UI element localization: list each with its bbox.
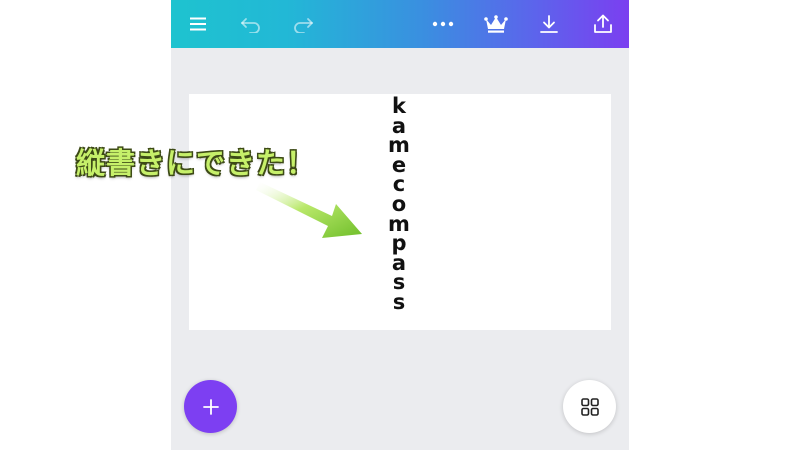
share-icon (594, 14, 612, 33)
pages-grid-button[interactable] (563, 380, 616, 433)
download-icon (540, 15, 558, 33)
plus-icon (202, 398, 219, 415)
redo-button[interactable] (289, 10, 317, 38)
vertical-text-letter: k (392, 94, 406, 118)
undo-icon (241, 18, 260, 33)
premium-button[interactable] (482, 10, 510, 38)
grid-icon (580, 397, 599, 416)
more-icon (432, 21, 454, 27)
share-button[interactable] (589, 10, 617, 38)
redo-icon (294, 18, 313, 33)
undo-button[interactable] (237, 10, 265, 38)
vertical-text-letter: s (392, 290, 406, 314)
screenshot: kamecompass 縦書きにできた！ (0, 0, 800, 450)
app-screen: kamecompass (171, 0, 629, 450)
crown-icon (484, 15, 508, 33)
annotation-arrow-icon (256, 182, 362, 238)
vertical-text-letter: o (391, 192, 407, 216)
add-element-button[interactable] (184, 380, 237, 433)
download-button[interactable] (535, 10, 563, 38)
top-toolbar (171, 0, 629, 48)
menu-button[interactable] (184, 10, 212, 38)
menu-icon (190, 17, 206, 31)
more-button[interactable] (429, 10, 457, 38)
